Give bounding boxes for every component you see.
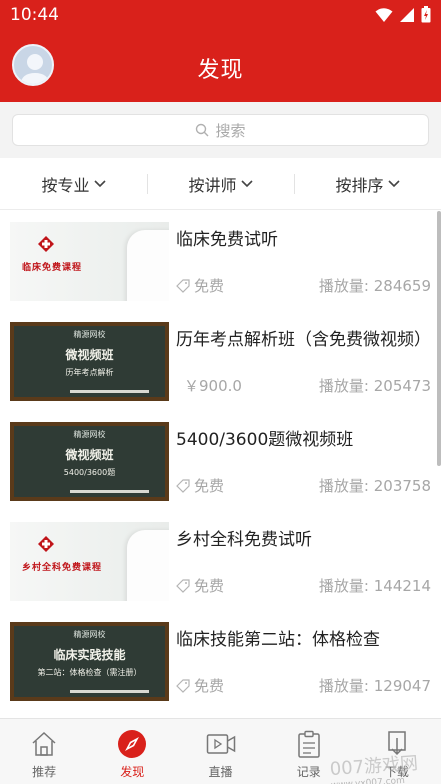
course-item[interactable]: 乡村全科免费课程 乡村全科免费试听 免费 播放量: 144214 xyxy=(0,511,441,611)
chevron-down-icon xyxy=(240,179,253,187)
status-time: 10:44 xyxy=(10,5,59,25)
clipboard-icon xyxy=(297,730,320,758)
course-thumbnail: 乡村全科免费课程 xyxy=(10,522,169,601)
course-list: 临床免费课程 临床免费试听 免费 播放量: 284659 精源网校 微视频班 历… xyxy=(0,211,441,718)
thumbnail-brand: 精源网校 xyxy=(73,330,106,339)
thumbnail-brand: 精源网校 xyxy=(73,430,106,439)
course-plays: 播放量: 284659 xyxy=(318,277,431,295)
thumbnail-heading: 微视频班 xyxy=(65,448,114,462)
course-price: 免费 xyxy=(176,275,224,296)
tag-icon xyxy=(176,278,190,293)
wifi-icon xyxy=(375,7,393,22)
thumbnail-heading: 微视频班 xyxy=(65,348,114,362)
course-plays: 播放量: 205473 xyxy=(318,377,431,395)
course-title: 5400/3600题微视频班 xyxy=(176,430,354,450)
filter-major[interactable]: 按专业 xyxy=(0,158,147,209)
course-price: 免费 xyxy=(176,575,224,596)
course-item[interactable]: 精源网校 微视频班 历年考点解析 历年考点解析班（含免费微视频） ￥900.0 … xyxy=(0,311,441,411)
tab-live-label: 直播 xyxy=(208,765,233,779)
course-thumbnail: 精源网校 微视频班 历年考点解析 xyxy=(10,322,169,401)
course-plays: 播放量: 203758 xyxy=(318,477,431,495)
battery-icon xyxy=(421,6,431,23)
search-icon xyxy=(196,123,209,137)
tab-discover-label: 发现 xyxy=(120,765,145,779)
tab-live[interactable]: 直播 xyxy=(176,719,264,784)
filter-sort[interactable]: 按排序 xyxy=(294,158,441,209)
course-thumbnail: 精源网校 微视频班 5400/3600题 xyxy=(10,422,169,501)
tag-icon xyxy=(176,578,190,593)
filter-lecturer[interactable]: 按讲师 xyxy=(147,158,294,209)
course-price: 免费 xyxy=(176,675,224,696)
filter-lecturer-label: 按讲师 xyxy=(188,175,237,195)
thumbnail-sub: 第二站：体格检查（需注册） xyxy=(37,668,142,677)
video-icon xyxy=(206,734,235,754)
course-price: 免费 xyxy=(176,475,224,496)
chevron-down-icon xyxy=(387,179,400,187)
thumbnail-sub: 5400/3600题 xyxy=(63,468,116,477)
tab-recommend[interactable]: 推荐 xyxy=(0,719,88,784)
filter-sort-label: 按排序 xyxy=(335,175,384,195)
course-price: ￥900.0 xyxy=(184,377,242,395)
thumbnail-brand: 精源网校 xyxy=(73,630,106,639)
tab-recommend-label: 推荐 xyxy=(32,765,57,779)
tab-discover[interactable]: 发现 xyxy=(88,719,176,784)
red-cross-logo-icon xyxy=(38,236,54,252)
course-plays: 播放量: 129047 xyxy=(318,677,431,695)
app-header: 发现 xyxy=(0,30,441,102)
course-item[interactable]: 精源网校 临床实践技能 第二站：体格检查（需注册） 临床技能第二站：体格检查 免… xyxy=(0,611,441,711)
search-input[interactable]: 搜索 xyxy=(12,114,429,146)
tag-icon xyxy=(176,678,190,693)
compass-icon xyxy=(118,730,147,758)
course-item[interactable]: 临床免费课程 临床免费试听 免费 播放量: 284659 xyxy=(0,211,441,311)
scrollbar[interactable] xyxy=(437,211,441,466)
course-title: 临床免费试听 xyxy=(176,230,278,250)
home-icon xyxy=(32,731,56,756)
search-placeholder: 搜索 xyxy=(215,121,246,140)
thumbnail-caption: 临床免费课程 xyxy=(22,263,83,273)
thumbnail-sub: 历年考点解析 xyxy=(65,368,114,377)
watermark: 007游戏网 www.yx007.com xyxy=(329,749,420,784)
course-item[interactable]: 精源网校 微视频班 5400/3600题 5400/3600题微视频班 免费 播… xyxy=(0,411,441,511)
course-thumbnail: 临床免费课程 xyxy=(10,222,169,301)
course-title: 临床技能第二站：体格检查 xyxy=(176,630,380,650)
tab-records-label: 记录 xyxy=(296,765,321,779)
system-icons xyxy=(375,6,431,23)
filter-bar: 按专业 按讲师 按排序 xyxy=(0,158,441,210)
signal-icon xyxy=(400,7,414,22)
chevron-down-icon xyxy=(93,179,106,187)
course-title: 乡村全科免费试听 xyxy=(176,530,312,550)
thumbnail-heading: 临床实践技能 xyxy=(53,648,126,662)
red-cross-logo-icon xyxy=(38,536,54,552)
status-bar: 10:44 xyxy=(0,0,441,30)
course-thumbnail: 精源网校 临床实践技能 第二站：体格检查（需注册） xyxy=(10,622,169,701)
search-section: 搜索 xyxy=(0,102,441,158)
filter-major-label: 按专业 xyxy=(41,175,90,195)
tag-icon xyxy=(176,478,190,493)
page-title: 发现 xyxy=(197,58,244,83)
thumbnail-caption: 乡村全科免费课程 xyxy=(22,563,103,573)
course-title: 历年考点解析班（含免费微视频） xyxy=(176,330,431,350)
course-plays: 播放量: 144214 xyxy=(318,577,431,595)
